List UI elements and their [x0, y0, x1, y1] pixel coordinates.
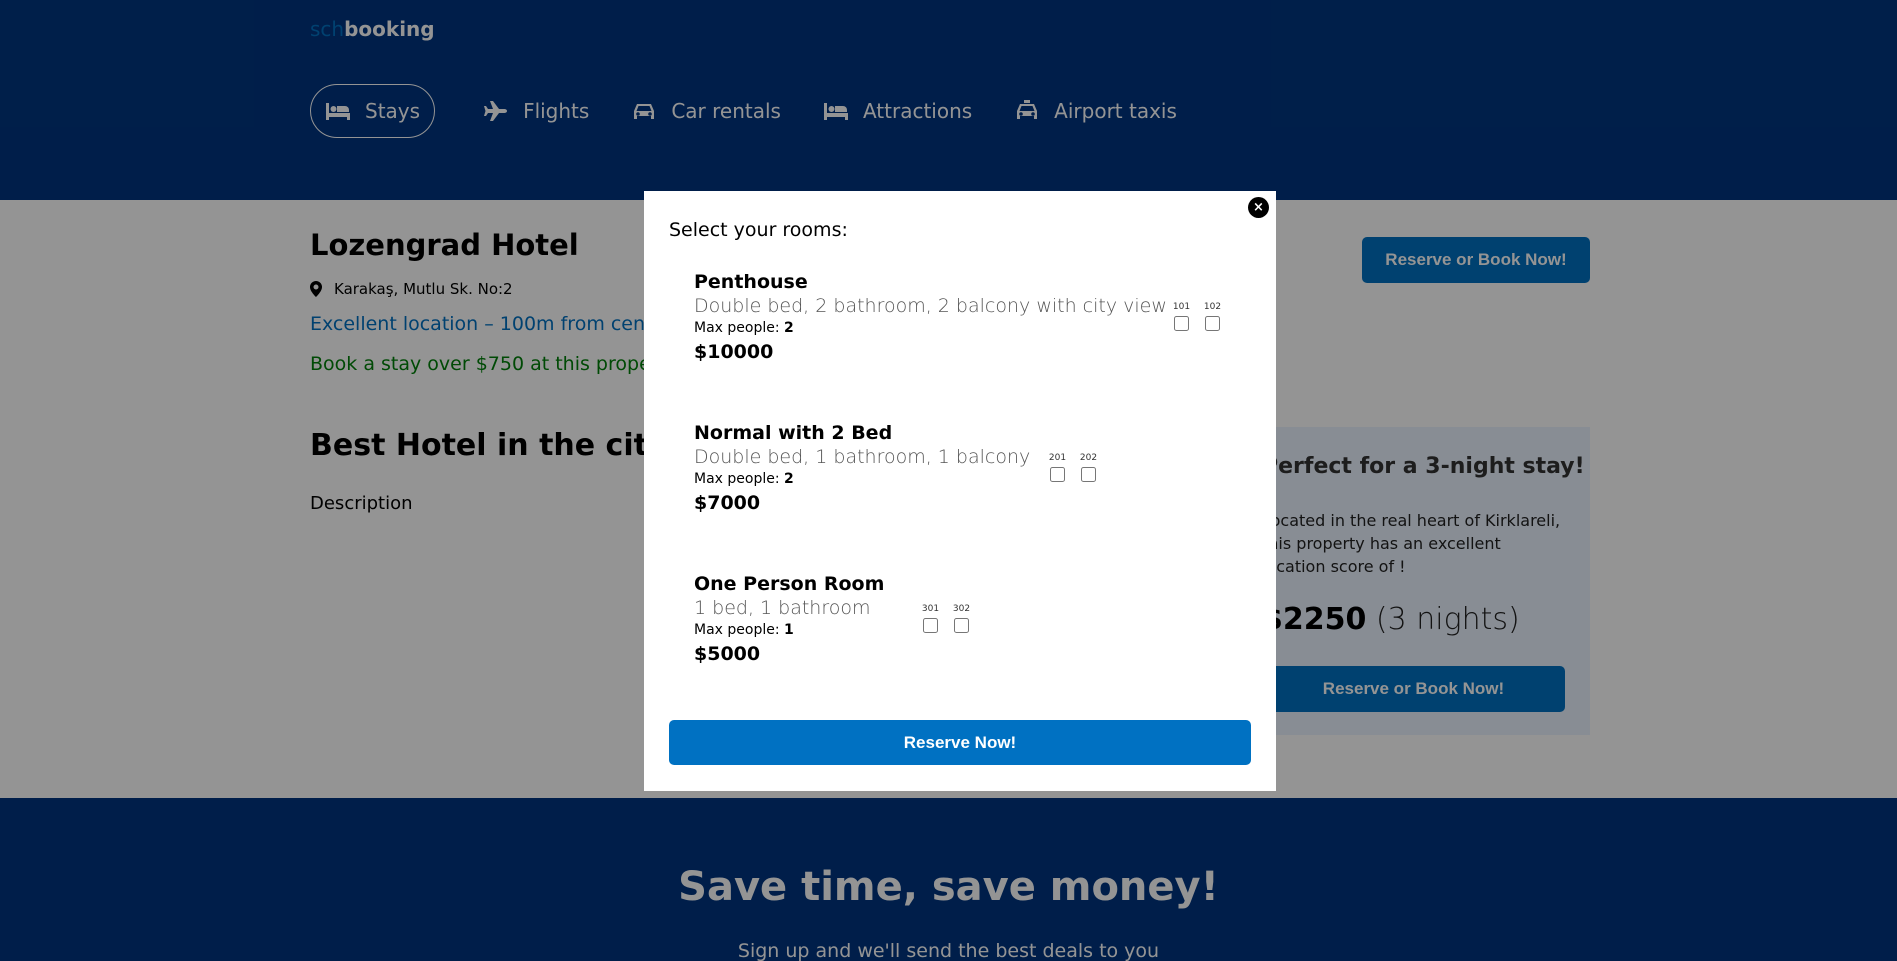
room-desc: 1 bed, 1 bathroom [694, 597, 871, 619]
close-icon[interactable]: × [1248, 197, 1269, 218]
room-item: Penthouse Double bed, 2 bathroom, 2 balc… [694, 271, 1167, 363]
room-option[interactable]: 201 [1047, 453, 1068, 482]
room-option[interactable]: 202 [1078, 453, 1099, 482]
room-price: $10000 [694, 341, 774, 363]
room-number-label: 202 [1079, 453, 1098, 463]
room-max-people: Max people: 2 [694, 320, 1167, 336]
room-item: One Person Room 1 bed, 1 bathroom Max pe… [694, 573, 884, 665]
room-max-people: Max people: 2 [694, 471, 1030, 487]
room-price: $7000 [694, 492, 761, 514]
room-number-label: 101 [1172, 302, 1191, 312]
room-desc: Double bed, 1 bathroom, 1 balcony [694, 446, 1031, 468]
room-number-label: 301 [921, 604, 940, 614]
modal-title: Select your rooms: [669, 219, 848, 241]
room-number-label: 302 [952, 604, 971, 614]
room-price: $5000 [694, 643, 761, 665]
room-checkbox[interactable] [1174, 316, 1189, 331]
room-number-label: 102 [1203, 302, 1222, 312]
max-label: Max people: [694, 471, 785, 487]
max-value: 1 [784, 622, 794, 638]
room-name: Penthouse [694, 271, 808, 293]
room-max-people: Max people: 1 [694, 622, 884, 638]
room-option[interactable]: 302 [951, 604, 972, 633]
room-checkbox[interactable] [954, 618, 969, 633]
room-name: One Person Room [694, 573, 885, 595]
room-select-modal: × Select your rooms: Penthouse Double be… [644, 191, 1276, 791]
max-value: 2 [784, 471, 794, 487]
room-option[interactable]: 102 [1202, 302, 1223, 331]
room-number-label: 201 [1048, 453, 1067, 463]
room-item: Normal with 2 Bed Double bed, 1 bathroom… [694, 422, 1030, 514]
max-label: Max people: [694, 320, 785, 336]
reserve-now-button[interactable]: Reserve Now! [669, 720, 1251, 765]
room-desc: Double bed, 2 bathroom, 2 balcony with c… [694, 295, 1167, 317]
max-value: 2 [784, 320, 794, 336]
room-option[interactable]: 101 [1171, 302, 1192, 331]
room-checkbox[interactable] [1081, 467, 1096, 482]
room-option[interactable]: 301 [920, 604, 941, 633]
room-checkbox[interactable] [1050, 467, 1065, 482]
room-checkbox[interactable] [923, 618, 938, 633]
room-name: Normal with 2 Bed [694, 422, 893, 444]
room-numbers: 101 102 [1171, 302, 1233, 331]
room-checkbox[interactable] [1205, 316, 1220, 331]
room-numbers: 301 302 [920, 604, 982, 633]
max-label: Max people: [694, 622, 785, 638]
room-numbers: 201 202 [1047, 453, 1109, 482]
